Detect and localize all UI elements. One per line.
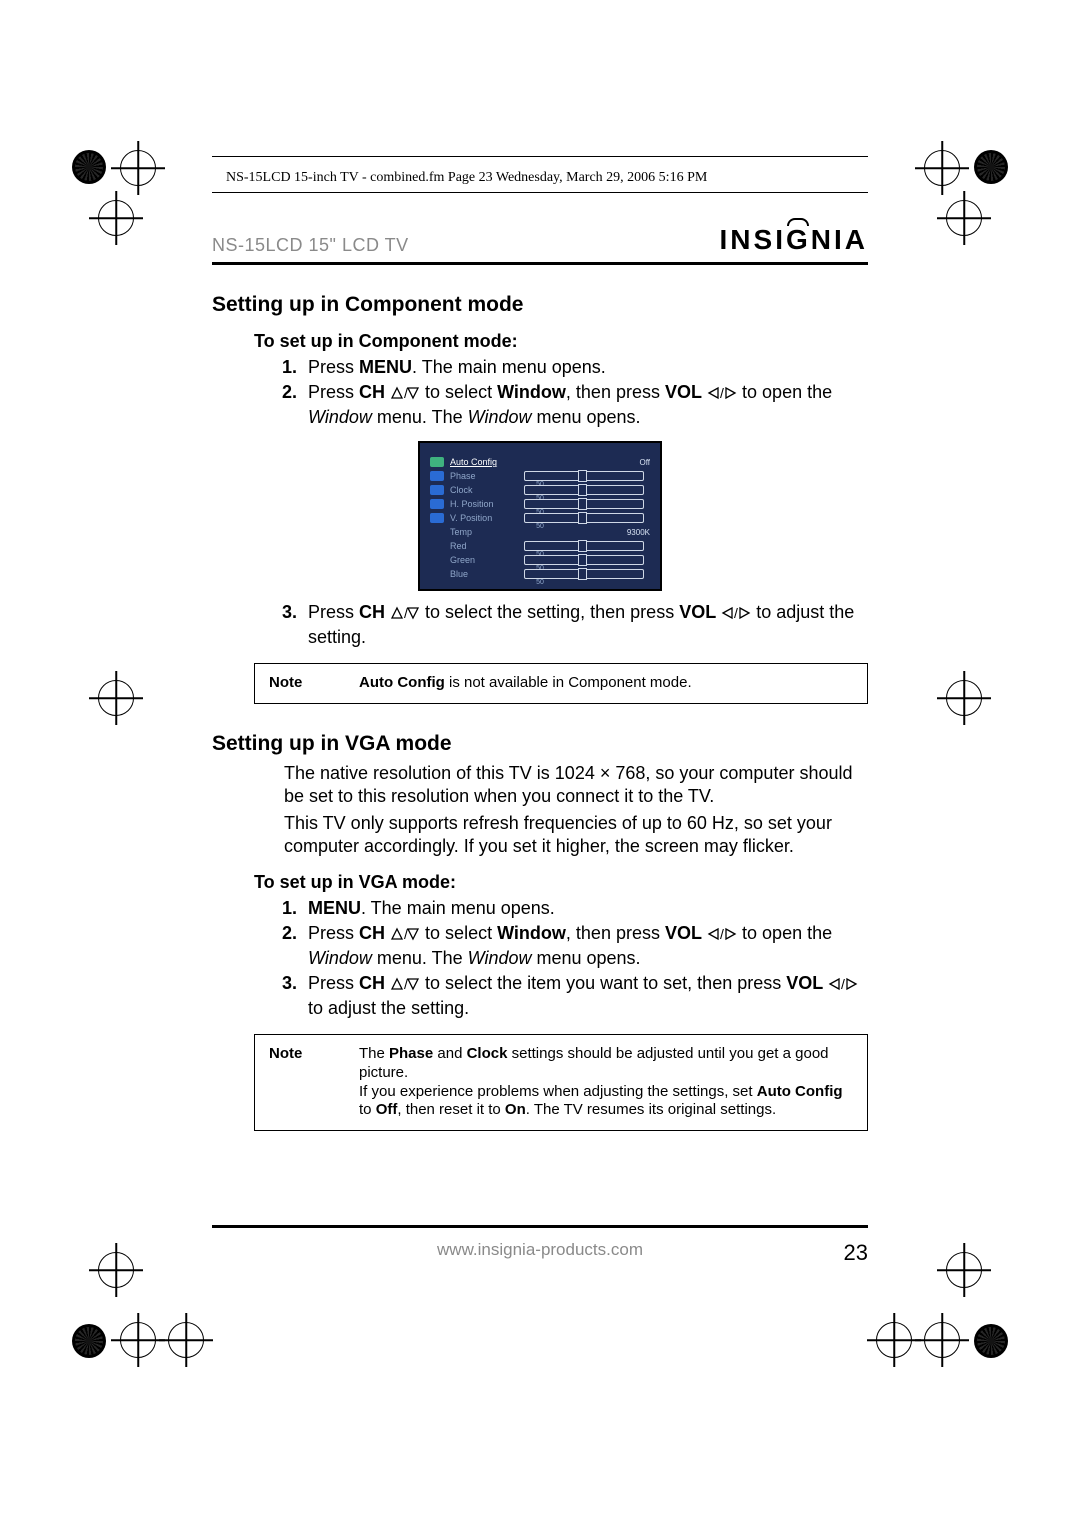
osd-row-label: Clock — [450, 485, 518, 495]
osd-row: Blue50 — [430, 569, 650, 579]
note-label: Note — [255, 664, 359, 701]
osd-row: Green50 — [430, 555, 650, 565]
left-right-triangle-icon: / — [707, 924, 737, 947]
osd-row-icon — [430, 569, 444, 579]
step-1: MENU. The main menu opens. — [302, 897, 868, 920]
osd-row-icon — [430, 457, 444, 467]
osd-row: H. Position50 — [430, 499, 650, 509]
osd-row-label: Blue — [450, 569, 518, 579]
osd-row: Phase50 — [430, 471, 650, 481]
osd-row: Temp 9300K — [430, 527, 650, 537]
subheading-component: To set up in Component mode: — [254, 331, 868, 352]
left-right-triangle-icon: / — [721, 603, 751, 626]
crop-ball-icon — [974, 150, 1008, 184]
osd-row-icon — [430, 485, 444, 495]
crop-ball-icon — [974, 1324, 1008, 1358]
subheading-vga: To set up in VGA mode: — [254, 872, 868, 893]
brand-logo: INSIGNIA — [720, 224, 868, 256]
crop-ball-icon — [72, 150, 106, 184]
crop-ball-icon — [72, 1324, 106, 1358]
crop-target-icon — [168, 1322, 204, 1358]
step-3: Press CH / to select the item you want t… — [302, 972, 868, 1020]
heading-component: Setting up in Component mode — [212, 293, 868, 317]
osd-slider — [524, 555, 644, 565]
osd-row: Red50 — [430, 541, 650, 551]
step-2: Press CH / to select Window, then press … — [302, 381, 868, 429]
svg-text:/: / — [734, 606, 738, 620]
component-steps-cont: Press CH / to select the setting, then p… — [302, 601, 868, 649]
crop-header-text: NS-15LCD 15-inch TV - combined.fm Page 2… — [226, 170, 707, 186]
osd-slider — [524, 569, 644, 579]
osd-slider — [524, 485, 644, 495]
side-target-icon — [946, 200, 982, 236]
up-down-triangle-icon: / — [390, 974, 420, 997]
osd-row-icon — [430, 471, 444, 481]
osd-row-icon — [430, 541, 444, 551]
side-target-icon — [946, 1252, 982, 1288]
side-target-icon — [946, 680, 982, 716]
side-target-icon — [98, 1252, 134, 1288]
osd-slider — [524, 499, 644, 509]
osd-row-icon — [430, 513, 444, 523]
note-label: Note — [255, 1035, 359, 1072]
crop-target-icon — [120, 1322, 156, 1358]
crop-target-icon — [120, 150, 156, 186]
step-3: Press CH / to select the setting, then p… — [302, 601, 868, 649]
osd-value: 50 — [536, 579, 544, 586]
vga-para-1: The native resolution of this TV is 1024… — [284, 762, 868, 808]
osd-window-menu: Auto ConfigOffPhase50Clock50H. Position5… — [418, 441, 662, 591]
crop-header-rule — [212, 192, 868, 193]
osd-slider — [524, 541, 644, 551]
page-number: 23 — [844, 1240, 868, 1266]
note-text: Auto Config is not available in Componen… — [359, 664, 867, 703]
page-body: NS-15LCD 15" LCD TV INSIGNIA Setting up … — [212, 224, 868, 1244]
crop-header-rule — [212, 156, 868, 157]
osd-slider — [524, 513, 644, 523]
step-1: Press MENU. The main menu opens. — [302, 356, 868, 379]
model-id: NS-15LCD 15" LCD TV — [212, 235, 409, 256]
up-down-triangle-icon: / — [390, 603, 420, 626]
side-target-icon — [98, 680, 134, 716]
osd-row: Auto Config Off — [430, 457, 650, 467]
crop-target-icon — [924, 1322, 960, 1358]
osd-row: V. Position50 — [430, 513, 650, 523]
osd-value: 9300K — [627, 528, 650, 537]
osd-row-label: Phase — [450, 471, 518, 481]
footer-url: www.insignia-products.com — [437, 1240, 643, 1260]
heading-vga: Setting up in VGA mode — [212, 732, 868, 756]
page-footer: www.insignia-products.com 23 — [212, 1225, 868, 1260]
osd-row-label: Temp — [450, 527, 518, 537]
note-box-2: Note The Phase and Clock settings should… — [254, 1034, 868, 1131]
osd-row-label: Auto Config — [450, 457, 518, 467]
osd-row-label: H. Position — [450, 499, 518, 509]
svg-text:/: / — [841, 977, 845, 991]
osd-value: Off — [639, 458, 650, 467]
vga-para-2: This TV only supports refresh frequencie… — [284, 812, 868, 858]
osd-row-icon — [430, 555, 444, 565]
svg-text:/: / — [720, 927, 724, 941]
osd-row-label: V. Position — [450, 513, 518, 523]
left-right-triangle-icon: / — [707, 383, 737, 406]
vga-steps: MENU. The main menu opens. Press CH / to… — [302, 897, 868, 1020]
osd-row-icon — [430, 527, 444, 537]
osd-row-label: Green — [450, 555, 518, 565]
step-2: Press CH / to select Window, then press … — [302, 922, 868, 970]
up-down-triangle-icon: / — [390, 924, 420, 947]
left-right-triangle-icon: / — [828, 974, 858, 997]
osd-slider — [524, 471, 644, 481]
crop-target-icon — [876, 1322, 912, 1358]
side-target-icon — [98, 200, 134, 236]
component-steps: Press MENU. The main menu opens. Press C… — [302, 356, 868, 429]
svg-text:/: / — [720, 386, 724, 400]
osd-row-icon — [430, 499, 444, 509]
up-down-triangle-icon: / — [390, 383, 420, 406]
note-text: The Phase and Clock settings should be a… — [359, 1035, 867, 1130]
note-box-1: Note Auto Config is not available in Com… — [254, 663, 868, 704]
osd-row-label: Red — [450, 541, 518, 551]
osd-row: Clock50 — [430, 485, 650, 495]
crop-target-icon — [924, 150, 960, 186]
